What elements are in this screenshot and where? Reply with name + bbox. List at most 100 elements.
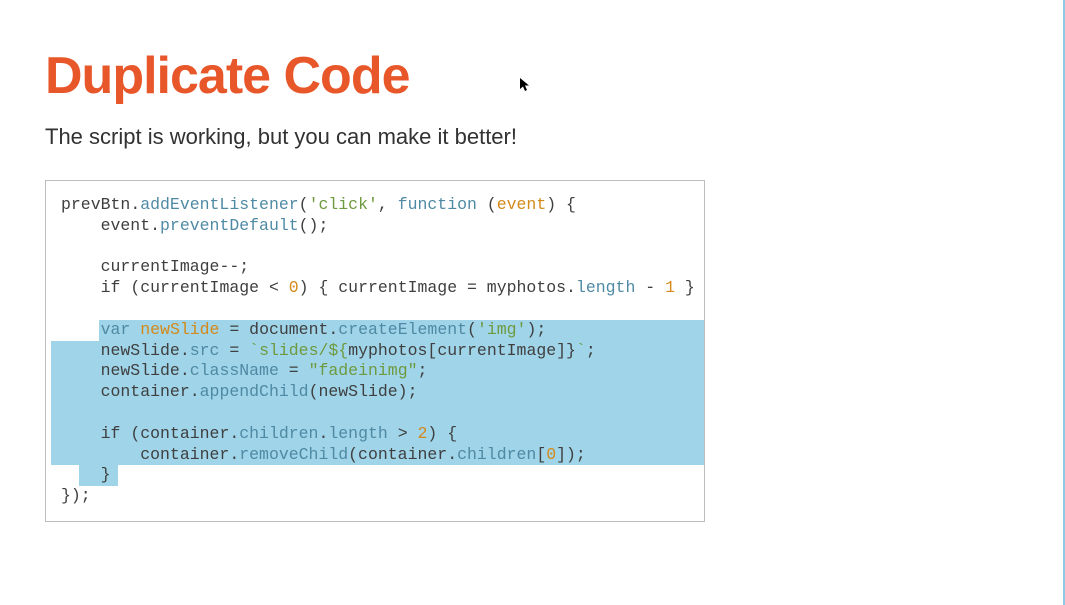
code-line-text [61, 403, 71, 422]
code-line: container.appendChild(newSlide); [56, 382, 694, 403]
code-token: (currentImage [120, 278, 269, 297]
code-line [56, 403, 694, 424]
code-token: = [467, 278, 477, 297]
code-token: , [378, 195, 398, 214]
code-token [279, 278, 289, 297]
code-token: ` [576, 341, 586, 360]
code-token: container [61, 382, 190, 401]
code-token [61, 320, 101, 339]
code-line: newSlide.src = `slides/${myphotos[curren… [56, 341, 694, 362]
code-token: ) { [427, 424, 457, 443]
code-token: document [239, 320, 328, 339]
code-line-text: newSlide.src = `slides/${myphotos[curren… [61, 341, 596, 360]
code-line-text: event.preventDefault(); [61, 216, 328, 235]
code-token: preventDefault [160, 216, 299, 235]
code-token: ; [418, 361, 428, 380]
code-token: = [229, 320, 239, 339]
code-line: event.preventDefault(); [56, 216, 694, 237]
code-line [56, 237, 694, 258]
code-token [219, 320, 229, 339]
code-token: ]} [556, 341, 576, 360]
code-token [635, 278, 645, 297]
code-line: prevBtn.addEventListener('click', functi… [56, 195, 694, 216]
code-line-text [61, 237, 71, 256]
code-token: (container [348, 445, 447, 464]
slide-content: Duplicate Code The script is working, bu… [0, 0, 1063, 522]
code-token: className [190, 361, 279, 380]
code-token: ) { currentImage [299, 278, 467, 297]
code-token: ) { [546, 195, 576, 214]
code-token: newSlide [61, 341, 180, 360]
code-token: length [576, 278, 635, 297]
code-line: var newSlide = document.createElement('i… [56, 320, 694, 341]
code-token: > [398, 424, 408, 443]
code-token: prevBtn [61, 195, 130, 214]
code-line: container.removeChild(container.children… [56, 445, 694, 466]
code-token: (newSlide); [309, 382, 418, 401]
slide-title: Duplicate Code [45, 50, 1018, 102]
code-token: length [328, 424, 387, 443]
code-token: 0 [546, 445, 556, 464]
code-line: } [56, 465, 694, 486]
code-line-text: container.removeChild(container.children… [61, 445, 586, 464]
code-token: = [289, 361, 299, 380]
code-line-text: container.appendChild(newSlide); [61, 382, 417, 401]
code-token: currentImage [437, 341, 556, 360]
code-token [239, 341, 249, 360]
code-token: . [180, 341, 190, 360]
code-token [61, 424, 101, 443]
code-token: . [180, 361, 190, 380]
code-token: src [190, 341, 220, 360]
code-token: "fadeinimg" [309, 361, 418, 380]
code-token: }); [61, 486, 91, 505]
code-token: . [190, 382, 200, 401]
code-line-text: } [61, 465, 111, 484]
code-token: currentImage [61, 257, 219, 276]
code-line: currentImage--; [56, 257, 694, 278]
code-token [219, 341, 229, 360]
code-token: appendChild [200, 382, 309, 401]
code-token: . [150, 216, 160, 235]
code-line-text: if (container.children.length > 2) { [61, 424, 457, 443]
code-token: ( [477, 195, 497, 214]
code-token: . [229, 424, 239, 443]
code-token: < [269, 278, 279, 297]
selection-highlight [51, 403, 705, 424]
code-token: 0 [289, 278, 299, 297]
code-token: event [61, 216, 150, 235]
code-token: ; [586, 341, 596, 360]
code-token: newSlide [61, 361, 180, 380]
code-token: 'img' [477, 320, 527, 339]
code-token: container [61, 445, 229, 464]
code-block: prevBtn.addEventListener('click', functi… [45, 180, 705, 522]
code-token [130, 320, 140, 339]
code-line-text: newSlide.className = "fadeinimg"; [61, 361, 427, 380]
code-line-text: if (currentImage < 0) { currentImage = m… [61, 278, 695, 297]
code-line [56, 299, 694, 320]
code-token: - [645, 278, 655, 297]
slide-subtitle: The script is working, but you can make … [45, 124, 1018, 150]
code-line-text: var newSlide = document.createElement('i… [61, 320, 546, 339]
code-token: --; [219, 257, 249, 276]
code-token: myphotos [348, 341, 427, 360]
code-token: . [447, 445, 457, 464]
code-line: if (currentImage < 0) { currentImage = m… [56, 278, 694, 299]
code-token: = [229, 341, 239, 360]
code-token: . [318, 424, 328, 443]
code-token: ); [526, 320, 546, 339]
code-token: [ [427, 341, 437, 360]
code-token: children [239, 424, 318, 443]
code-token: [ [536, 445, 546, 464]
code-line: if (container.children.length > 2) { [56, 424, 694, 445]
code-line: newSlide.className = "fadeinimg"; [56, 361, 694, 382]
code-token: myphotos [477, 278, 566, 297]
code-token: if [101, 278, 121, 297]
code-token: newSlide [140, 320, 219, 339]
code-line-text: }); [61, 486, 91, 505]
code-token: 2 [418, 424, 428, 443]
code-token: } [61, 465, 111, 484]
code-token: var [101, 320, 131, 339]
code-token [655, 278, 665, 297]
code-token: function [398, 195, 477, 214]
code-token: ( [299, 195, 309, 214]
